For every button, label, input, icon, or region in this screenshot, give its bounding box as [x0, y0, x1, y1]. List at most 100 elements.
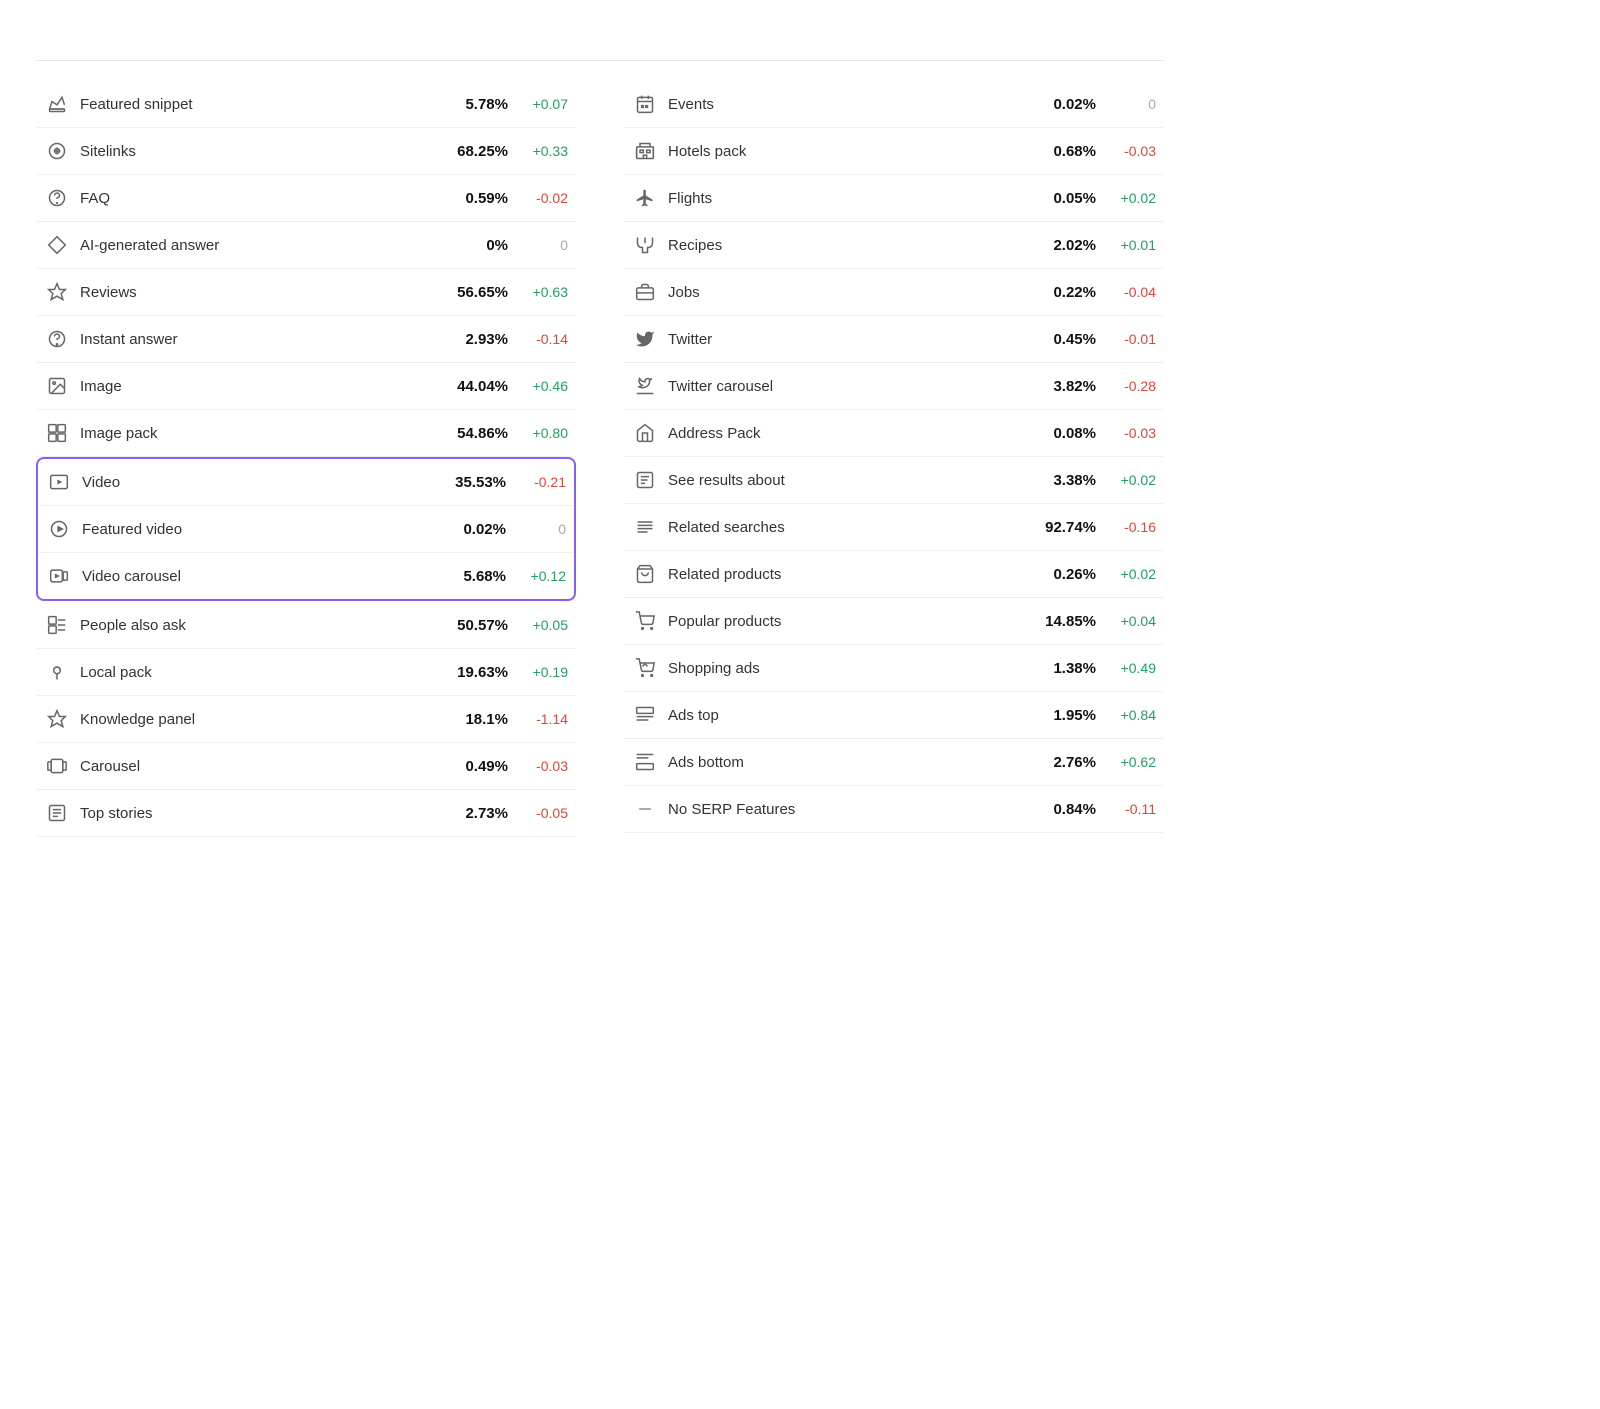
- feature-row: Top stories2.73%-0.05: [36, 790, 576, 837]
- feature-percentage: 2.02%: [1026, 237, 1096, 254]
- feature-name: Video: [82, 474, 426, 491]
- feature-delta: -0.05: [518, 805, 568, 821]
- feature-delta: +0.33: [518, 143, 568, 159]
- feature-name: Instant answer: [80, 331, 428, 348]
- feature-delta: +0.02: [1106, 566, 1156, 582]
- feature-percentage: 54.86%: [438, 425, 508, 442]
- feature-row: Image44.04%+0.46: [36, 363, 576, 410]
- recipes-icon: [632, 232, 658, 258]
- feature-delta: 0: [1106, 96, 1156, 112]
- feature-name: Related searches: [668, 519, 1016, 536]
- feature-name: AI-generated answer: [80, 237, 428, 254]
- crown-icon: [44, 91, 70, 117]
- feature-row: Video carousel 5.68% +0.12: [38, 553, 574, 599]
- feature-percentage: 0.84%: [1026, 801, 1096, 818]
- feature-delta: +0.02: [1106, 472, 1156, 488]
- feature-delta: -0.01: [1106, 331, 1156, 347]
- feature-delta: +0.63: [518, 284, 568, 300]
- feature-name: Ads top: [668, 707, 1016, 724]
- feature-name: Local pack: [80, 664, 428, 681]
- feature-row: Ads top1.95%+0.84: [624, 692, 1164, 739]
- feature-name: Video carousel: [82, 568, 426, 585]
- feature-delta: -0.14: [518, 331, 568, 347]
- feature-percentage: 0.49%: [438, 758, 508, 775]
- video-icon: [46, 469, 72, 495]
- feature-percentage: 0.45%: [1026, 331, 1096, 348]
- feature-percentage: 0.05%: [1026, 190, 1096, 207]
- feature-delta: +0.01: [1106, 237, 1156, 253]
- feature-name: No SERP Features: [668, 801, 1016, 818]
- image-icon: [44, 373, 70, 399]
- feature-delta: +0.04: [1106, 613, 1156, 629]
- feature-percentage: 68.25%: [438, 143, 508, 160]
- feature-delta: +0.12: [516, 568, 566, 584]
- feature-row: Related products0.26%+0.02: [624, 551, 1164, 598]
- feature-row: Image pack54.86%+0.80: [36, 410, 576, 457]
- feature-name: Knowledge panel: [80, 711, 428, 728]
- feature-percentage: 0.02%: [1026, 96, 1096, 113]
- feature-delta: -0.21: [516, 474, 566, 490]
- feature-percentage: 0.68%: [1026, 143, 1096, 160]
- feature-delta: +0.05: [518, 617, 568, 633]
- related-searches-icon: [632, 514, 658, 540]
- feature-name: Featured video: [82, 521, 426, 538]
- feature-row: Knowledge panel18.1%-1.14: [36, 696, 576, 743]
- feature-percentage: 56.65%: [438, 284, 508, 301]
- feature-percentage: 3.38%: [1026, 472, 1096, 489]
- ads-bottom-icon: [632, 749, 658, 775]
- feature-name: Jobs: [668, 284, 1016, 301]
- feature-row: Featured video0.02%0: [38, 506, 574, 553]
- feature-percentage: 5.68%: [436, 568, 506, 585]
- feature-percentage: 2.93%: [438, 331, 508, 348]
- diamond-icon: [44, 232, 70, 258]
- feature-delta: 0: [518, 237, 568, 253]
- feature-name: Popular products: [668, 613, 1016, 630]
- flights-icon: [632, 185, 658, 211]
- popular-products-icon: [632, 608, 658, 634]
- feature-row: Twitter0.45%-0.01: [624, 316, 1164, 363]
- feature-percentage: 0.26%: [1026, 566, 1096, 583]
- people-icon: [44, 612, 70, 638]
- right-column: Events0.02%0Hotels pack0.68%-0.03Flights…: [624, 81, 1164, 837]
- circle-q-icon: [44, 326, 70, 352]
- feature-percentage: 1.38%: [1026, 660, 1096, 677]
- address-icon: [632, 420, 658, 446]
- feature-name: Top stories: [80, 805, 428, 822]
- feature-row: Ads bottom2.76%+0.62: [624, 739, 1164, 786]
- feature-row: Jobs0.22%-0.04: [624, 269, 1164, 316]
- feature-name: Image: [80, 378, 428, 395]
- feature-percentage: 2.76%: [1026, 754, 1096, 771]
- feature-row: Featured snippet5.78%+0.07: [36, 81, 576, 128]
- feature-percentage: 50.57%: [438, 617, 508, 634]
- feature-delta: -0.03: [1106, 143, 1156, 159]
- feature-percentage: 14.85%: [1026, 613, 1096, 630]
- no-serp-icon: [632, 796, 658, 822]
- feature-name: Featured snippet: [80, 96, 428, 113]
- events-icon: [632, 91, 658, 117]
- feature-percentage: 0.59%: [438, 190, 508, 207]
- video-highlight-group: Video35.53%-0.21Featured video0.02%0Vide…: [36, 457, 576, 601]
- feature-delta: 0: [516, 521, 566, 537]
- hotels-icon: [632, 138, 658, 164]
- feature-name: Twitter carousel: [668, 378, 1016, 395]
- feature-delta: +0.62: [1106, 754, 1156, 770]
- feature-delta: +0.46: [518, 378, 568, 394]
- feature-row: Related searches92.74%-0.16: [624, 504, 1164, 551]
- feature-percentage: 18.1%: [438, 711, 508, 728]
- feature-row: Carousel0.49%-0.03: [36, 743, 576, 790]
- feature-delta: +0.49: [1106, 660, 1156, 676]
- feature-name: Recipes: [668, 237, 1016, 254]
- feature-percentage: 0.08%: [1026, 425, 1096, 442]
- feature-name: People also ask: [80, 617, 428, 634]
- shopping-ads-icon: [632, 655, 658, 681]
- carousel-icon: [44, 753, 70, 779]
- feature-row: Recipes 2.02% +0.01: [624, 222, 1164, 269]
- feature-row: FAQ0.59%-0.02: [36, 175, 576, 222]
- feature-row: Local pack19.63%+0.19: [36, 649, 576, 696]
- feature-row: Events0.02%0: [624, 81, 1164, 128]
- feature-delta: -0.28: [1106, 378, 1156, 394]
- feature-delta: -0.11: [1106, 801, 1156, 817]
- pin-icon: [44, 659, 70, 685]
- see-results-icon: [632, 467, 658, 493]
- feature-row: No SERP Features 0.84% -0.11: [624, 786, 1164, 833]
